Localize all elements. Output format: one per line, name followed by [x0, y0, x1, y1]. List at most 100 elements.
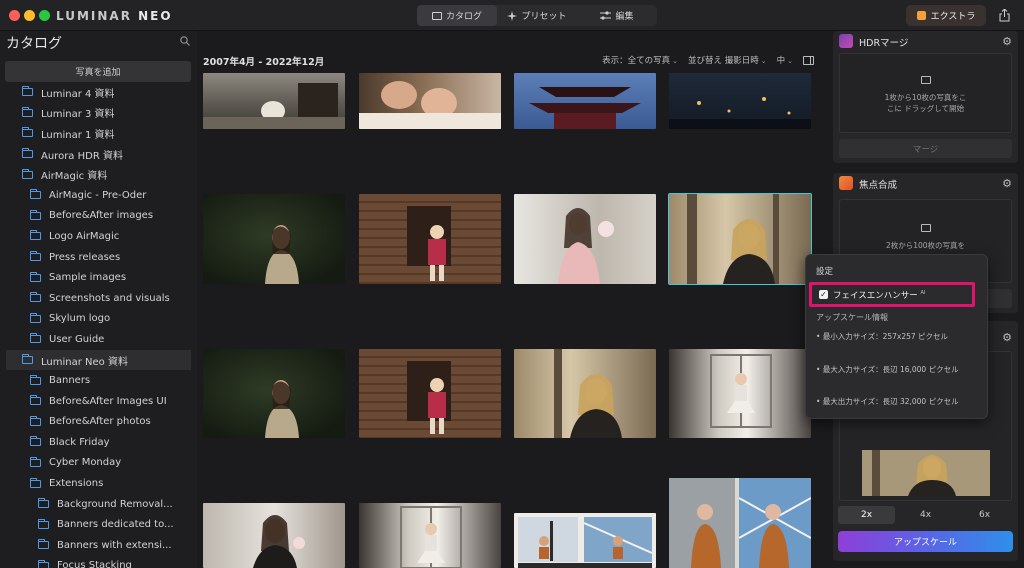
- sidebar-folder-item[interactable]: Aurora HDR 資料: [0, 144, 197, 165]
- hdr-drop-text-1: 1枚から10枚の写真をこ: [884, 93, 967, 102]
- photo-girl-cabin-image: [407, 206, 451, 281]
- sidebar-folder-item[interactable]: Before&After images: [0, 206, 197, 227]
- sidebar-search-button[interactable]: [180, 36, 190, 49]
- add-photos-button[interactable]: 写真を追加: [5, 61, 191, 82]
- sidebar-folder-item[interactable]: Background Removal...: [0, 494, 197, 515]
- sidebar-folder-item[interactable]: User Guide: [0, 329, 197, 350]
- sidebar-folder-item[interactable]: AirMagic - Pre-Oder: [0, 185, 197, 206]
- photo-thumbnail-selected[interactable]: [668, 193, 812, 285]
- sidebar-folder-item[interactable]: Focus Stacking: [0, 556, 197, 568]
- sidebar-folder-label: AirMagic 資料: [41, 171, 108, 183]
- photo-models-blue-image: [669, 478, 811, 568]
- sidebar-folder-item[interactable]: AirMagic 資料: [0, 164, 197, 185]
- sidebar-folder-item[interactable]: Sample images: [0, 267, 197, 288]
- scale-6x-button[interactable]: 6x: [956, 506, 1013, 524]
- photo-blonde-woman-image: [687, 194, 779, 284]
- photo-thumbnail[interactable]: [203, 503, 345, 568]
- sidebar-folder-label: Luminar Neo 資料: [41, 356, 128, 368]
- sidebar-folder-item[interactable]: Banners: [0, 370, 197, 391]
- sidebar-folder-item[interactable]: Screenshots and visuals: [0, 288, 197, 309]
- minimize-window-button[interactable]: [24, 10, 35, 21]
- photo-thumbnail[interactable]: [359, 503, 501, 568]
- sidebar-folder-item[interactable]: Luminar 4 資料: [0, 82, 197, 103]
- sidebar-folder-label: Aurora HDR 資料: [41, 150, 123, 162]
- photo-thumbnail[interactable]: [514, 513, 656, 568]
- photo-thumbnail[interactable]: [514, 73, 656, 129]
- folder-icon: [37, 539, 49, 550]
- date-range-label: 2007年4月 - 2022年12月: [203, 57, 325, 68]
- gear-icon[interactable]: ⚙: [1002, 331, 1012, 344]
- scale-2x-button[interactable]: 2x: [838, 506, 895, 524]
- sidebar-folder-item[interactable]: Banners with extensi...: [0, 535, 197, 556]
- photo-thumbnail[interactable]: [359, 194, 501, 284]
- folder-icon: [29, 395, 41, 406]
- tab-catalog[interactable]: カタログ: [417, 5, 497, 26]
- gear-icon[interactable]: ⚙: [1002, 35, 1012, 48]
- sort-label: 並び替え 撮影日時: [688, 56, 759, 66]
- share-button[interactable]: [995, 6, 1013, 24]
- mode-switcher: カタログ プリセット 編集: [417, 5, 657, 26]
- photo-thumbnail[interactable]: [514, 349, 656, 438]
- sidebar-folder-item[interactable]: Banners dedicated to...: [0, 514, 197, 535]
- sidebar-folder-item[interactable]: Cyber Monday: [0, 453, 197, 474]
- photo-woman-forest-image: [265, 225, 299, 284]
- tab-edit[interactable]: 編集: [577, 5, 657, 26]
- toggle-panel-icon[interactable]: [803, 55, 814, 65]
- sidebar-folder-item[interactable]: Press releases: [0, 247, 197, 268]
- sidebar-folder-item[interactable]: Logo AirMagic: [0, 226, 197, 247]
- gear-icon[interactable]: ⚙: [1002, 177, 1012, 190]
- face-enhancer-checkbox[interactable]: ✓: [819, 290, 828, 299]
- sidebar-folder-item[interactable]: Before&After Images UI: [0, 391, 197, 412]
- photo-thumbnail[interactable]: [669, 349, 811, 438]
- folder-icon: [29, 271, 41, 282]
- view-filter-dropdown[interactable]: 表示：全ての写真 ⌄: [602, 54, 678, 66]
- photo-grid: 2007年4月 - 2022年12月 表示：全ての写真 ⌄ 並び替え 撮影日時 ⌄ …: [197, 31, 824, 568]
- sidebar-folder-item[interactable]: Black Friday: [0, 432, 197, 453]
- sidebar-folder-item[interactable]: Skylum logo: [0, 309, 197, 330]
- photo-thumbnail[interactable]: [514, 194, 656, 284]
- photo-thumbnail[interactable]: [669, 478, 811, 568]
- zoom-window-button[interactable]: [39, 10, 50, 21]
- upscale-info-title: アップスケール情報: [816, 313, 888, 322]
- scale-4x-button[interactable]: 4x: [897, 506, 954, 524]
- photo-thumbnail[interactable]: [669, 73, 811, 129]
- photo-dog-image: [203, 83, 345, 129]
- sidebar-folder-item[interactable]: Before&After photos: [0, 412, 197, 433]
- search-icon: [180, 36, 190, 46]
- sidebar-folder-item[interactable]: Luminar 1 資料: [0, 123, 197, 144]
- sidebar-folder-item[interactable]: Luminar Neo 資料: [6, 349, 191, 371]
- hdr-merge-card: HDRマージ ⚙ 1枚から10枚の写真をこ こに ドラッグして開始 マージ: [833, 31, 1018, 163]
- folder-icon: [37, 518, 49, 529]
- sidebar-folder-label: Extensions: [49, 478, 104, 490]
- sidebar-folder-label: Focus Stacking: [57, 560, 132, 568]
- upscale-button[interactable]: アップスケール: [838, 531, 1013, 552]
- extras-label: エクストラ: [930, 12, 976, 22]
- ai-badge: AI: [920, 289, 926, 296]
- face-enhancer-option[interactable]: ✓ フェイスエンハンサー AI: [809, 282, 975, 307]
- extras-button[interactable]: エクストラ: [906, 5, 986, 26]
- photo-thumbnail[interactable]: [203, 194, 345, 284]
- merge-button[interactable]: マージ: [839, 139, 1012, 158]
- hdr-merge-icon: [839, 34, 853, 48]
- photo-women-image: [359, 81, 501, 129]
- folder-icon: [37, 559, 49, 568]
- sidebar-folder-label: Luminar 4 資料: [41, 88, 115, 100]
- folder-icon: [29, 333, 41, 344]
- sidebar-folder-label: Banners with extensi...: [57, 539, 172, 551]
- thumb-size-dropdown[interactable]: 中 ⌄: [777, 54, 793, 66]
- sidebar-folder-label: Before&After images: [49, 210, 154, 222]
- sidebar-folder-item[interactable]: Extensions: [0, 473, 197, 494]
- sort-dropdown[interactable]: 並び替え 撮影日時 ⌄: [688, 54, 767, 66]
- photo-thumbnail[interactable]: [359, 349, 501, 438]
- photo-thumbnail[interactable]: [359, 73, 501, 129]
- close-window-button[interactable]: [9, 10, 20, 21]
- popover-title: 設定: [816, 267, 834, 277]
- photo-girl-cabin-image: [407, 361, 451, 434]
- photo-thumbnail[interactable]: [203, 349, 345, 438]
- sidebar-folder-label: Logo AirMagic: [49, 230, 120, 242]
- sidebar-folder-item[interactable]: Luminar 3 資料: [0, 103, 197, 124]
- hdr-drop-zone[interactable]: 1枚から10枚の写真をこ こに ドラッグして開始: [839, 53, 1012, 133]
- tab-presets[interactable]: プリセット: [497, 5, 577, 26]
- sidebar-title: カタログ: [6, 36, 62, 52]
- photo-thumbnail[interactable]: [203, 73, 345, 129]
